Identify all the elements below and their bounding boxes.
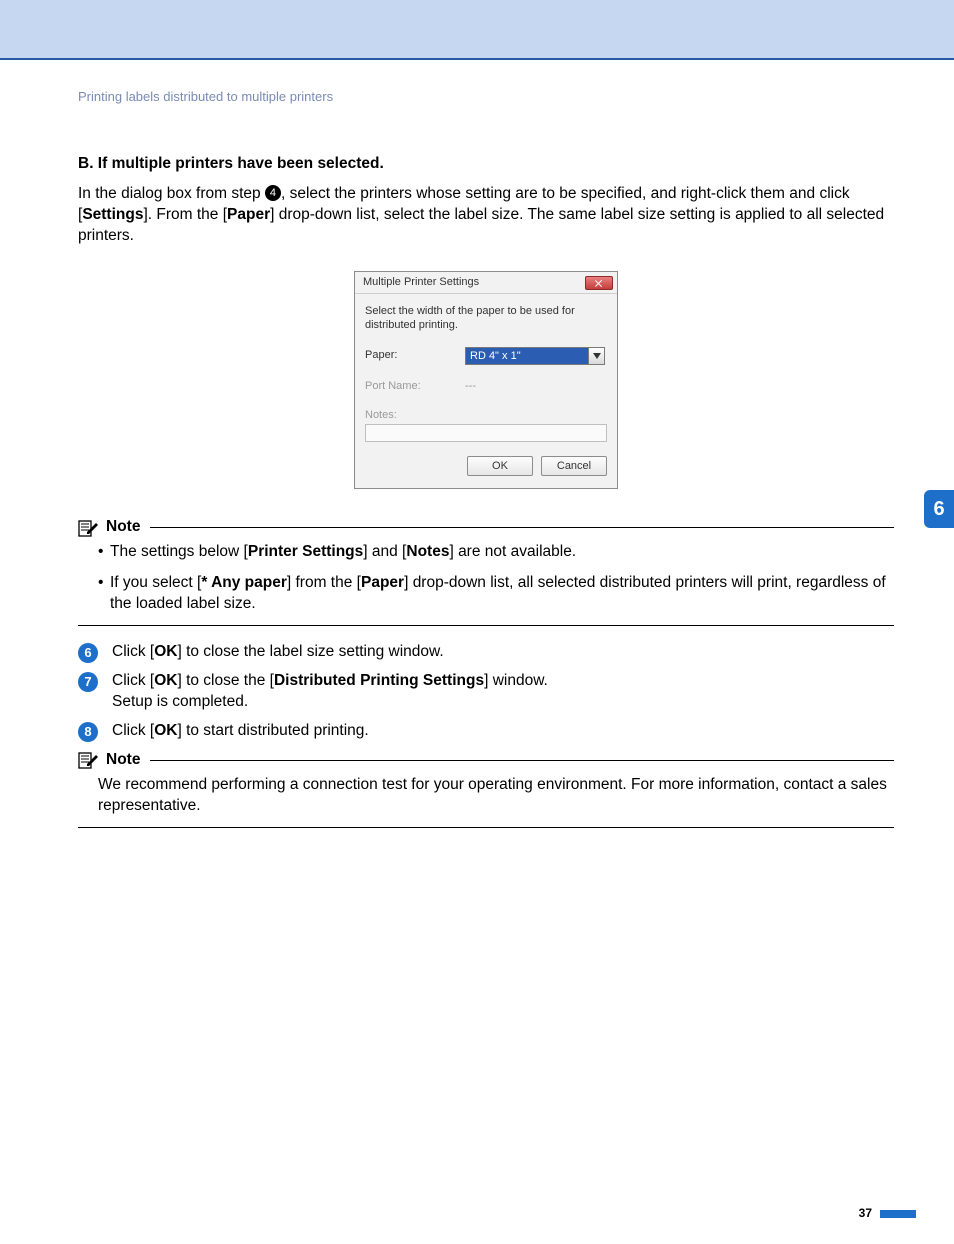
note-title-2: Note bbox=[106, 750, 140, 771]
paper-row: Paper: RD 4" x 1" bbox=[365, 347, 607, 365]
paper-label: Paper: bbox=[365, 348, 465, 363]
note-block-2: Note We recommend performing a connectio… bbox=[78, 750, 894, 828]
step-8: 8 Click [OK] to start distributed printi… bbox=[78, 721, 894, 742]
n1b2a: If you select [ bbox=[110, 574, 201, 591]
chapter-tab: 6 bbox=[924, 490, 954, 528]
step-bullet-8: 8 bbox=[78, 722, 98, 742]
multiple-printer-settings-dialog: Multiple Printer Settings Select the wid… bbox=[354, 271, 618, 489]
note-rule bbox=[150, 527, 894, 528]
n1b1d: Notes bbox=[406, 543, 449, 560]
step-8-text: Click [OK] to start distributed printing… bbox=[112, 721, 894, 742]
intro-text-c: ]. From the [ bbox=[143, 206, 227, 223]
step-bullet-6: 6 bbox=[78, 643, 98, 663]
chevron-down-icon bbox=[588, 348, 604, 364]
n1b2d: Paper bbox=[361, 574, 404, 591]
paper-dropdown[interactable]: RD 4" x 1" bbox=[465, 347, 605, 365]
page-number: 37 bbox=[859, 1205, 872, 1221]
n1b2c: ] from the [ bbox=[287, 574, 361, 591]
settings-bold: Settings bbox=[82, 206, 143, 223]
notes-row: Notes: bbox=[365, 408, 607, 443]
n1b1e: ] are not available. bbox=[449, 543, 576, 560]
note-title-1: Note bbox=[106, 517, 140, 538]
note-header-2: Note bbox=[78, 750, 894, 771]
note-icon bbox=[78, 750, 100, 770]
step-6-text: Click [OK] to close the label size setti… bbox=[112, 642, 894, 663]
s7e: ] window. bbox=[484, 672, 548, 689]
dialog-titlebar: Multiple Printer Settings bbox=[355, 272, 617, 294]
notes-label: Notes: bbox=[365, 409, 397, 421]
intro-paragraph: In the dialog box from step 4, select th… bbox=[78, 184, 894, 247]
s7b: OK bbox=[154, 672, 177, 689]
note-rule bbox=[150, 760, 894, 761]
note-list-1: The settings below [Printer Settings] an… bbox=[78, 542, 894, 615]
port-label: Port Name: bbox=[365, 379, 465, 394]
n1b1b: Printer Settings bbox=[248, 543, 363, 560]
s8a: Click [ bbox=[112, 722, 154, 739]
note-header-1: Note bbox=[78, 517, 894, 538]
paper-bold: Paper bbox=[227, 206, 270, 223]
step-7: 7 Click [OK] to close the [Distributed P… bbox=[78, 671, 894, 713]
port-row: Port Name: --- bbox=[365, 379, 607, 394]
dialog-instruction: Select the width of the paper to be used… bbox=[365, 304, 607, 333]
s7d: Distributed Printing Settings bbox=[274, 672, 484, 689]
page-content: Printing labels distributed to multiple … bbox=[0, 60, 954, 1244]
step-reference-4: 4 bbox=[265, 185, 281, 201]
dialog-title-text: Multiple Printer Settings bbox=[363, 275, 479, 290]
dialog-body: Select the width of the paper to be used… bbox=[355, 294, 617, 488]
step-6: 6 Click [OK] to close the label size set… bbox=[78, 642, 894, 663]
s6b: OK bbox=[154, 643, 177, 660]
note1-bullet2: If you select [* Any paper] from the [Pa… bbox=[98, 573, 894, 615]
n1b1c: ] and [ bbox=[363, 543, 406, 560]
n1b1a: The settings below [ bbox=[110, 543, 248, 560]
ok-button[interactable]: OK bbox=[467, 456, 533, 476]
step-7-text: Click [OK] to close the [Distributed Pri… bbox=[112, 671, 894, 713]
note-bottom-rule-2 bbox=[78, 827, 894, 828]
step-bullet-7: 7 bbox=[78, 672, 98, 692]
port-value: --- bbox=[465, 379, 476, 394]
s7f: Setup is completed. bbox=[112, 693, 248, 710]
s7c: ] to close the [ bbox=[177, 672, 274, 689]
s8b: OK bbox=[154, 722, 177, 739]
close-icon[interactable] bbox=[585, 276, 613, 290]
section-heading: B. If multiple printers have been select… bbox=[78, 154, 894, 175]
breadcrumb: Printing labels distributed to multiple … bbox=[78, 88, 894, 106]
paper-dropdown-value: RD 4" x 1" bbox=[466, 348, 588, 364]
note-block-1: Note The settings below [Printer Setting… bbox=[78, 517, 894, 626]
cancel-button[interactable]: Cancel bbox=[541, 456, 607, 476]
intro-text-a: In the dialog box from step bbox=[78, 185, 265, 202]
note-bottom-rule-1 bbox=[78, 625, 894, 626]
note-icon bbox=[78, 518, 100, 538]
footer-bar bbox=[880, 1210, 916, 1218]
top-banner bbox=[0, 0, 954, 60]
note2-text: We recommend performing a connection tes… bbox=[78, 775, 894, 817]
note1-bullet1: The settings below [Printer Settings] an… bbox=[98, 542, 894, 563]
s6c: ] to close the label size setting window… bbox=[177, 643, 443, 660]
s7a: Click [ bbox=[112, 672, 154, 689]
notes-input[interactable] bbox=[365, 424, 607, 442]
s8c: ] to start distributed printing. bbox=[177, 722, 368, 739]
page-footer: 37 bbox=[859, 1205, 916, 1221]
dialog-screenshot: Multiple Printer Settings Select the wid… bbox=[78, 271, 894, 489]
dialog-buttons: OK Cancel bbox=[365, 456, 607, 476]
n1b2b: * Any paper bbox=[201, 574, 287, 591]
s6a: Click [ bbox=[112, 643, 154, 660]
